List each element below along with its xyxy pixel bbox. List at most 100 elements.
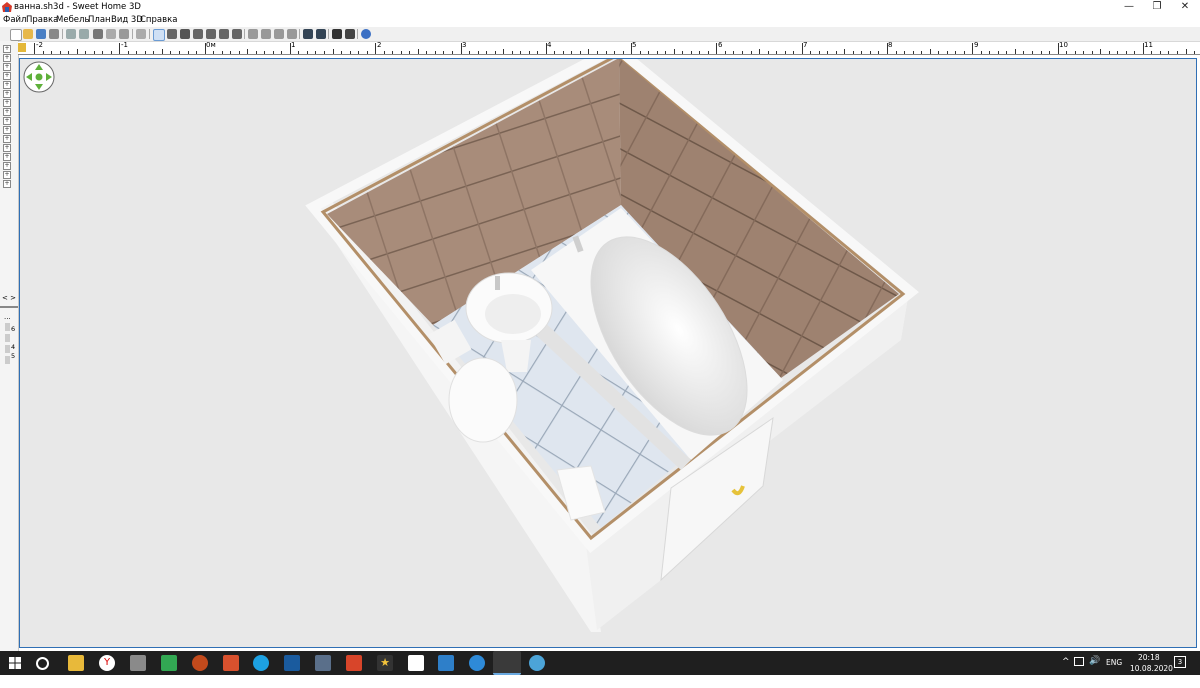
tree-expand-toggle[interactable]: + [3,45,11,53]
furniture-thumbnail[interactable] [5,345,10,353]
bold-icon[interactable] [274,29,284,39]
ruler-label: 9 [974,41,979,49]
menu-edit[interactable]: Правка [26,15,58,25]
add-text-icon[interactable] [232,29,242,39]
tree-expand-toggle[interactable]: + [3,108,11,116]
windows-start-icon[interactable] [9,657,21,669]
tree-expand-toggle[interactable]: + [3,117,11,125]
furniture-thumbnail[interactable] [5,356,10,364]
cut-icon[interactable] [93,29,103,39]
furniture-thumbnail[interactable] [5,323,10,331]
search-icon[interactable] [36,657,49,670]
create-dimensions-icon[interactable] [219,29,229,39]
menu-file[interactable]: Файл [3,15,26,25]
select-icon[interactable] [153,29,165,41]
ruler-tick [699,51,701,54]
ruler-tick [596,51,598,54]
tree-expand-toggle[interactable]: + [3,99,11,107]
tree-expand-toggle[interactable]: + [3,63,11,71]
increase-text-icon[interactable] [248,29,258,39]
redo-icon[interactable] [79,29,89,39]
camtasia-icon[interactable] [161,655,177,671]
add-furniture-icon[interactable] [136,29,146,39]
video-icon[interactable] [345,29,355,39]
restore-button[interactable]: ❐ [1142,0,1172,14]
create-rooms-icon[interactable] [193,29,203,39]
copy-icon[interactable] [106,29,116,39]
tree-expand-toggle[interactable]: + [3,54,11,62]
clock-date[interactable]: 10.08.2020 [1130,664,1173,688]
create-polylines-icon[interactable] [206,29,216,39]
furniture-thumbnail[interactable] [5,334,10,342]
volume-icon[interactable]: 🔊 [1089,656,1100,680]
file-explorer-icon[interactable] [68,655,84,671]
browser-icon[interactable] [529,655,545,671]
tree-expand-toggle[interactable]: + [3,153,11,161]
menu-furniture[interactable]: Мебель [56,15,89,25]
split-pane-divider[interactable] [0,306,18,308]
ruler-tick [1032,51,1033,54]
network-icon[interactable] [469,655,485,671]
ruler-tick [409,51,411,54]
tree-expand-toggle[interactable]: + [3,171,11,179]
toilet[interactable] [448,357,518,443]
undo-icon[interactable] [66,29,76,39]
tree-expand-toggle[interactable]: + [3,90,11,98]
calculator-icon[interactable] [315,655,331,671]
new-icon[interactable] [10,29,22,41]
sticky-star-icon[interactable]: ★ [377,655,393,671]
create-walls-icon[interactable] [180,29,190,39]
zoom-in-icon[interactable] [303,29,313,39]
save-icon[interactable] [36,29,46,39]
ruler-tick [997,51,999,54]
3d-view[interactable] [19,58,1197,648]
zoom-out-icon[interactable] [316,29,326,39]
ruler-tick [1125,51,1127,54]
menu-3d-view[interactable]: Вид 3D [111,15,143,25]
decrease-text-icon[interactable] [261,29,271,39]
tree-expand-toggle[interactable]: + [3,126,11,134]
toolbar-separator [328,29,329,39]
3d-scene[interactable] [20,59,1196,647]
ruler-tick [579,51,581,54]
ruler-tick [68,51,70,54]
language-indicator[interactable]: ENG [1106,658,1122,682]
tree-expand-toggle[interactable]: + [3,162,11,170]
tree-expand-toggle[interactable]: + [3,81,11,89]
skype-icon[interactable] [253,655,269,671]
ruler-tick [921,51,923,54]
network-tray-icon[interactable] [1074,657,1084,666]
menu-help[interactable]: Справка [140,15,177,25]
minimize-button[interactable]: — [1114,0,1144,14]
tree-expand-toggle[interactable]: + [3,135,11,143]
libreoffice-icon[interactable] [284,655,300,671]
yandex-browser-icon[interactable]: Y [99,655,115,671]
pan-icon[interactable] [167,29,177,39]
paste-icon[interactable] [119,29,129,39]
ruler-tick [1177,51,1179,54]
photos-icon[interactable] [438,655,454,671]
media-icon[interactable] [130,655,146,671]
open-icon[interactable] [23,29,33,39]
italic-icon[interactable] [287,29,297,39]
menu-plan[interactable]: План [88,15,111,25]
app-icon[interactable] [192,655,208,671]
cut-prefs-icon[interactable] [49,29,59,39]
ruler-tick [349,51,351,54]
notification-center-icon[interactable]: 3 [1174,656,1186,668]
ruler-tick [213,51,215,54]
document-icon[interactable] [408,655,424,671]
tree-expand-toggle[interactable]: + [3,180,11,188]
tray-chevron-icon[interactable]: ^ [1062,657,1070,681]
navigation-arrows-icon[interactable] [23,61,55,93]
help-icon[interactable] [361,29,371,39]
panel-scroll-arrows[interactable]: < > [2,294,16,302]
paint-icon[interactable] [223,655,239,671]
app-icon[interactable] [346,655,362,671]
sweet-home-3d-icon[interactable] [493,651,521,675]
photo-icon[interactable] [332,29,342,39]
tree-expand-toggle[interactable]: + [3,144,11,152]
tree-expand-toggle[interactable]: + [3,72,11,80]
ruler-tick [486,51,488,54]
close-button[interactable]: ✕ [1170,0,1200,14]
